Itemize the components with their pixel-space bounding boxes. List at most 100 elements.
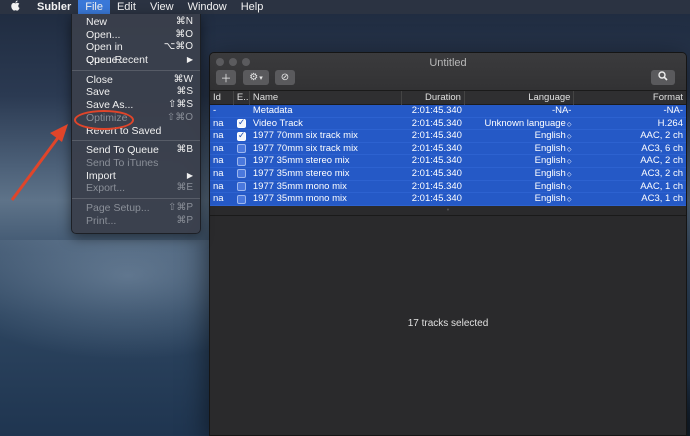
track-enabled-checkbox[interactable] — [236, 169, 246, 179]
track-enabled-cell — [234, 168, 250, 180]
submenu-arrow-icon: ▶ — [186, 170, 193, 180]
track-language-value: English — [534, 142, 566, 154]
track-enabled-checkbox[interactable] — [236, 182, 246, 192]
track-language-value: -NA- — [551, 105, 572, 116]
menu-item-label: Print... — [86, 214, 117, 227]
track-table: - Metadata 2:01:45.340 -NA- -NA-na Video Trac… — [210, 105, 686, 206]
track-name[interactable]: 1977 70mm six track mix — [250, 130, 402, 142]
track-row[interactable]: na 1977 35mm mono mix 2:01:45.340 English◇ A… — [210, 193, 686, 206]
track-format: AC3, 6 ch — [641, 142, 683, 154]
track-format: AC3, 1 ch — [641, 193, 683, 205]
track-name[interactable]: 1977 35mm stereo mix — [250, 168, 402, 180]
menu-item-shortcut: ⇧⌘O — [166, 111, 193, 123]
track-name[interactable]: 1977 70mm six track mix — [250, 143, 402, 155]
track-row[interactable]: na 1977 35mm mono mix 2:01:45.340 English◇ A… — [210, 180, 686, 194]
menu-separator — [72, 197, 200, 199]
menu-item-label: Open in Queue... — [86, 41, 127, 67]
track-enabled-checkbox[interactable] — [236, 144, 246, 154]
track-language[interactable]: English◇ — [465, 155, 575, 167]
track-name[interactable]: 1977 35mm mono mix — [250, 193, 402, 205]
column-duration[interactable]: Duration — [402, 91, 465, 105]
track-duration: 2:01:45.340 — [411, 155, 462, 167]
track-language[interactable]: English◇ — [465, 130, 575, 142]
submenu-arrow-icon: ▶ — [186, 55, 193, 65]
menu-item-open[interactable]: Open... ⌘O — [72, 29, 200, 42]
menu-item-shortcut: ⇧⌘S — [167, 99, 193, 111]
menu-item-label: Send To iTunes — [86, 156, 159, 169]
remove-track-button[interactable]: ⊘ — [275, 70, 295, 85]
menu-separator — [72, 69, 200, 71]
track-enabled-checkbox[interactable] — [236, 156, 246, 166]
track-enabled-checkbox[interactable] — [236, 118, 246, 129]
track-name[interactable]: 1977 35mm mono mix — [250, 181, 402, 193]
column-enabled[interactable]: E... — [234, 91, 250, 105]
menu-item-shortcut: ⌥⌘O — [163, 41, 193, 53]
menu-item-shortcut: ⌘E — [176, 182, 193, 194]
track-format: H.264 — [657, 117, 683, 129]
action-menu-button[interactable]: ⚙ ▾ — [243, 70, 269, 85]
menu-item-label: Open... — [86, 28, 121, 41]
track-name[interactable]: Video Track — [250, 118, 402, 130]
menu-window[interactable]: Window — [181, 0, 234, 14]
track-format: AAC, 2 ch — [640, 155, 683, 167]
chevron-down-icon: ▾ — [259, 73, 263, 82]
menu-item-save[interactable]: Save ⌘S — [72, 86, 200, 99]
track-language[interactable]: English◇ — [465, 181, 575, 193]
menu-item-label: Open Recent — [86, 54, 148, 67]
track-format: AAC, 2 ch — [640, 130, 683, 142]
menu-help[interactable]: Help — [234, 0, 271, 14]
track-enabled-checkbox[interactable] — [236, 130, 246, 142]
search-metadata-button[interactable] — [651, 70, 675, 85]
menu-item-open-in-queue[interactable]: Open in Queue... ⌥⌘O — [72, 41, 200, 67]
track-row[interactable]: na 1977 35mm stereo mix 2:01:45.340 English… — [210, 167, 686, 181]
track-language-value: English — [534, 167, 566, 179]
track-duration: 2:01:45.340 — [411, 105, 462, 116]
column-language[interactable]: Language — [465, 91, 575, 105]
plus-icon: ＋ — [220, 72, 232, 85]
search-icon — [658, 71, 668, 84]
menu-item-label: Close — [86, 73, 113, 86]
menu-item-import[interactable]: Import ▶ — [72, 170, 200, 183]
track-language[interactable]: -NA- — [465, 105, 575, 117]
menu-item-new[interactable]: New ⌘N — [72, 16, 200, 29]
track-row[interactable]: na Video Track 2:01:45.340Unknown language… — [210, 117, 686, 131]
apple-icon[interactable] — [0, 0, 30, 14]
column-format[interactable]: Format — [574, 91, 686, 105]
menu-item-label: Save — [86, 86, 110, 99]
track-row[interactable]: na 1977 35mm stereo mix 2:01:45.340 English… — [210, 155, 686, 168]
track-language[interactable]: English◇ — [465, 143, 575, 155]
menu-item-close[interactable]: Close ⌘W — [72, 74, 200, 87]
track-row[interactable]: na1977 70mm six track mix2:01:45.340Engl… — [210, 130, 686, 143]
app-menu-subler[interactable]: Subler — [30, 0, 78, 14]
track-name[interactable]: 1977 35mm stereo mix — [250, 155, 402, 167]
track-duration: 2:01:45.340 — [411, 117, 462, 129]
track-row[interactable]: - Metadata 2:01:45.340 -NA- -NA- — [210, 105, 686, 118]
menu-file[interactable]: File — [78, 0, 110, 14]
split-handle[interactable]: • — [210, 206, 686, 216]
track-row[interactable]: na1977 70mm six track mix2:01:45.340Engl… — [210, 142, 686, 156]
track-duration: 2:01:45.340 — [411, 142, 462, 154]
annotation-circle — [74, 110, 134, 130]
menu-item-export: Export... ⌘E — [72, 182, 200, 195]
track-language[interactable]: Unknown language◇ — [465, 118, 575, 130]
menu-view[interactable]: View — [143, 0, 181, 14]
menu-item-shortcut: ⌘O — [175, 28, 193, 40]
track-language-value: English — [534, 155, 566, 167]
add-track-button[interactable]: ＋ — [216, 70, 236, 85]
menu-item-send-to-queue[interactable]: Send To Queue ⌘B — [72, 144, 200, 157]
menu-edit[interactable]: Edit — [110, 0, 143, 14]
track-id: na — [213, 167, 224, 179]
column-id[interactable]: Id — [210, 91, 234, 105]
track-language[interactable]: English◇ — [465, 168, 575, 180]
menu-separator — [72, 140, 200, 142]
track-format: -NA- — [663, 105, 683, 116]
column-name[interactable]: Name — [250, 91, 403, 105]
menu-item-open-recent[interactable]: Open Recent ▶ — [72, 54, 200, 67]
track-language[interactable]: English◇ — [465, 193, 575, 205]
track-name[interactable]: Metadata — [250, 105, 402, 117]
menu-item-send-to-itunes: Send To iTunes — [72, 157, 200, 170]
track-id: na — [213, 117, 224, 129]
track-id: na — [213, 155, 224, 167]
track-enabled-checkbox[interactable] — [236, 194, 246, 204]
track-enabled-cell — [234, 193, 250, 205]
